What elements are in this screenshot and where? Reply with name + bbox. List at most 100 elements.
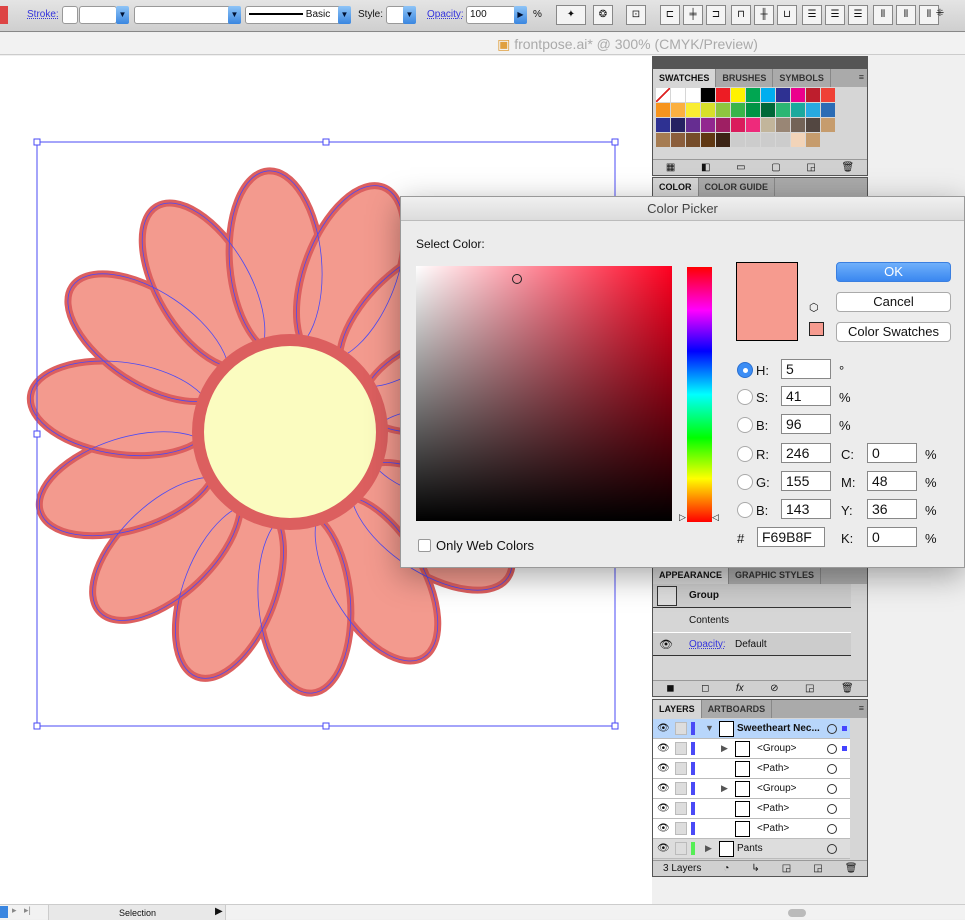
lock-toggle[interactable] [675,722,687,735]
tab-layers[interactable]: LAYERS [653,700,702,718]
hex-input[interactable]: F69B8F [757,527,825,547]
visibility-eye-icon[interactable]: 👁 [657,823,670,834]
distribute-bottom-icon[interactable]: ☰ [848,5,868,25]
bounding-box-handle[interactable] [33,722,41,730]
saturation-input[interactable]: 41 [781,386,831,406]
brightness-input[interactable]: 96 [781,414,831,434]
duplicate-icon[interactable]: ◲ [805,681,814,696]
add-fill-icon[interactable]: ◻ [701,681,709,696]
align-top-icon[interactable]: ⊓ [731,5,751,25]
ok-button[interactable]: OK [836,262,951,282]
green-input[interactable]: 155 [781,471,831,491]
stroke-label[interactable]: Stroke: [27,9,59,20]
chevron-down-icon[interactable]: ▼ [338,6,351,24]
color-swatch[interactable] [701,118,715,132]
tab-color-guide[interactable]: COLOR GUIDE [699,178,776,196]
bounding-box-handle[interactable] [33,138,41,146]
horizontal-scrollbar-thumb[interactable] [788,909,806,917]
recolor-icon[interactable]: ✦ [556,5,586,25]
color-swatch[interactable] [821,88,835,102]
blue-input[interactable]: 143 [781,499,831,519]
color-swatch[interactable] [806,88,820,102]
color-swatch[interactable] [761,88,775,102]
color-swatch[interactable] [821,118,835,132]
color-swatch[interactable] [806,103,820,117]
layer-row[interactable]: 👁 ▶ Pants [653,839,850,859]
layer-row[interactable]: 👁 ▶ <Group> [653,739,850,759]
opacity-label[interactable]: Opacity: [427,9,464,20]
color-swatch[interactable] [791,88,805,102]
registration-swatch[interactable] [671,88,685,102]
panel-menu-icon[interactable]: ≡ [856,69,867,87]
color-swatches-button[interactable]: Color Swatches [836,322,951,342]
fill-swatch[interactable] [0,6,8,24]
tab-artboards[interactable]: ARTBOARDS [702,700,773,718]
lock-toggle[interactable] [675,742,687,755]
previous-artboard-icon[interactable]: ▸ [12,905,17,916]
distribute-left-icon[interactable]: ⫴ [873,5,893,25]
fx-icon[interactable]: fx [736,681,744,696]
opacity-input[interactable]: 100 [466,6,516,24]
status-selector[interactable]: Selection ▶ [48,905,226,920]
color-swatch[interactable] [776,118,790,132]
color-swatch[interactable] [686,133,700,147]
color-swatch[interactable] [776,133,790,147]
bounding-box-handle[interactable] [322,722,330,730]
none-swatch[interactable] [656,88,670,102]
target-circle-icon[interactable] [827,804,837,814]
appearance-group-row[interactable]: Group [653,584,851,608]
document-tab[interactable]: ▣ frontpose.ai* @ 300% (CMYK/Preview) [0,33,965,55]
color-swatch[interactable] [806,118,820,132]
zoom-dropdown[interactable] [0,906,8,918]
cyan-input[interactable]: 0 [867,443,917,463]
flower-center[interactable] [192,334,388,530]
color-swatch[interactable] [671,103,685,117]
color-swatch[interactable] [746,88,760,102]
color-swatch[interactable] [791,103,805,117]
disclosure-collapsed-icon[interactable]: ▶ [721,743,728,754]
distribute-middle-icon[interactable]: ☰ [825,5,845,25]
color-swatch[interactable] [821,133,835,147]
stroke-stepper[interactable] [62,6,78,24]
color-swatch[interactable] [731,118,745,132]
saturation-brightness-field[interactable] [416,266,672,521]
color-swatch[interactable] [686,88,700,102]
distribute-top-icon[interactable]: ☰ [802,5,822,25]
black-input[interactable]: 0 [867,527,917,547]
color-swatch[interactable] [671,118,685,132]
align-center-icon[interactable]: ╪ [683,5,703,25]
visibility-eye-icon[interactable]: 👁 [657,743,670,754]
chevron-down-icon[interactable]: ▼ [403,6,416,24]
color-swatch[interactable] [656,118,670,132]
opacity-row[interactable]: 👁 Opacity: Default [653,632,851,656]
chevron-right-icon[interactable]: ▶ [514,6,527,24]
color-swatch[interactable] [806,133,820,147]
color-swatch[interactable] [716,133,730,147]
disclosure-expanded-icon[interactable]: ▼ [705,723,714,733]
contents-label[interactable]: Contents [689,615,729,626]
panel-header[interactable] [653,57,867,69]
green-radio[interactable] [737,474,753,490]
global-edit-icon[interactable]: ❂ [593,5,613,25]
color-swatch[interactable] [761,133,775,147]
opacity-link[interactable]: Opacity: [689,639,726,650]
color-swatch[interactable] [701,103,715,117]
color-swatch[interactable] [746,118,760,132]
disclosure-collapsed-icon[interactable]: ▶ [705,843,712,854]
color-swatch[interactable] [671,133,685,147]
target-circle-icon[interactable] [827,784,837,794]
locate-object-icon[interactable]: ◔ [723,861,729,876]
cancel-button[interactable]: Cancel [836,292,951,312]
only-web-colors-checkbox[interactable] [418,539,431,552]
color-selector-circle[interactable] [512,274,522,284]
color-swatch[interactable] [776,88,790,102]
layer-row[interactable]: 👁 <Path> [653,759,850,779]
target-circle-icon[interactable] [827,744,837,754]
new-group-icon[interactable]: ▢ [771,160,780,175]
blue-radio[interactable] [737,502,753,518]
variable-width-select[interactable] [134,6,240,24]
lock-toggle[interactable] [675,802,687,815]
distribute-center-icon[interactable]: ⫴ [896,5,916,25]
align-bottom-icon[interactable]: ⊔ [777,5,797,25]
lock-toggle[interactable] [675,762,687,775]
